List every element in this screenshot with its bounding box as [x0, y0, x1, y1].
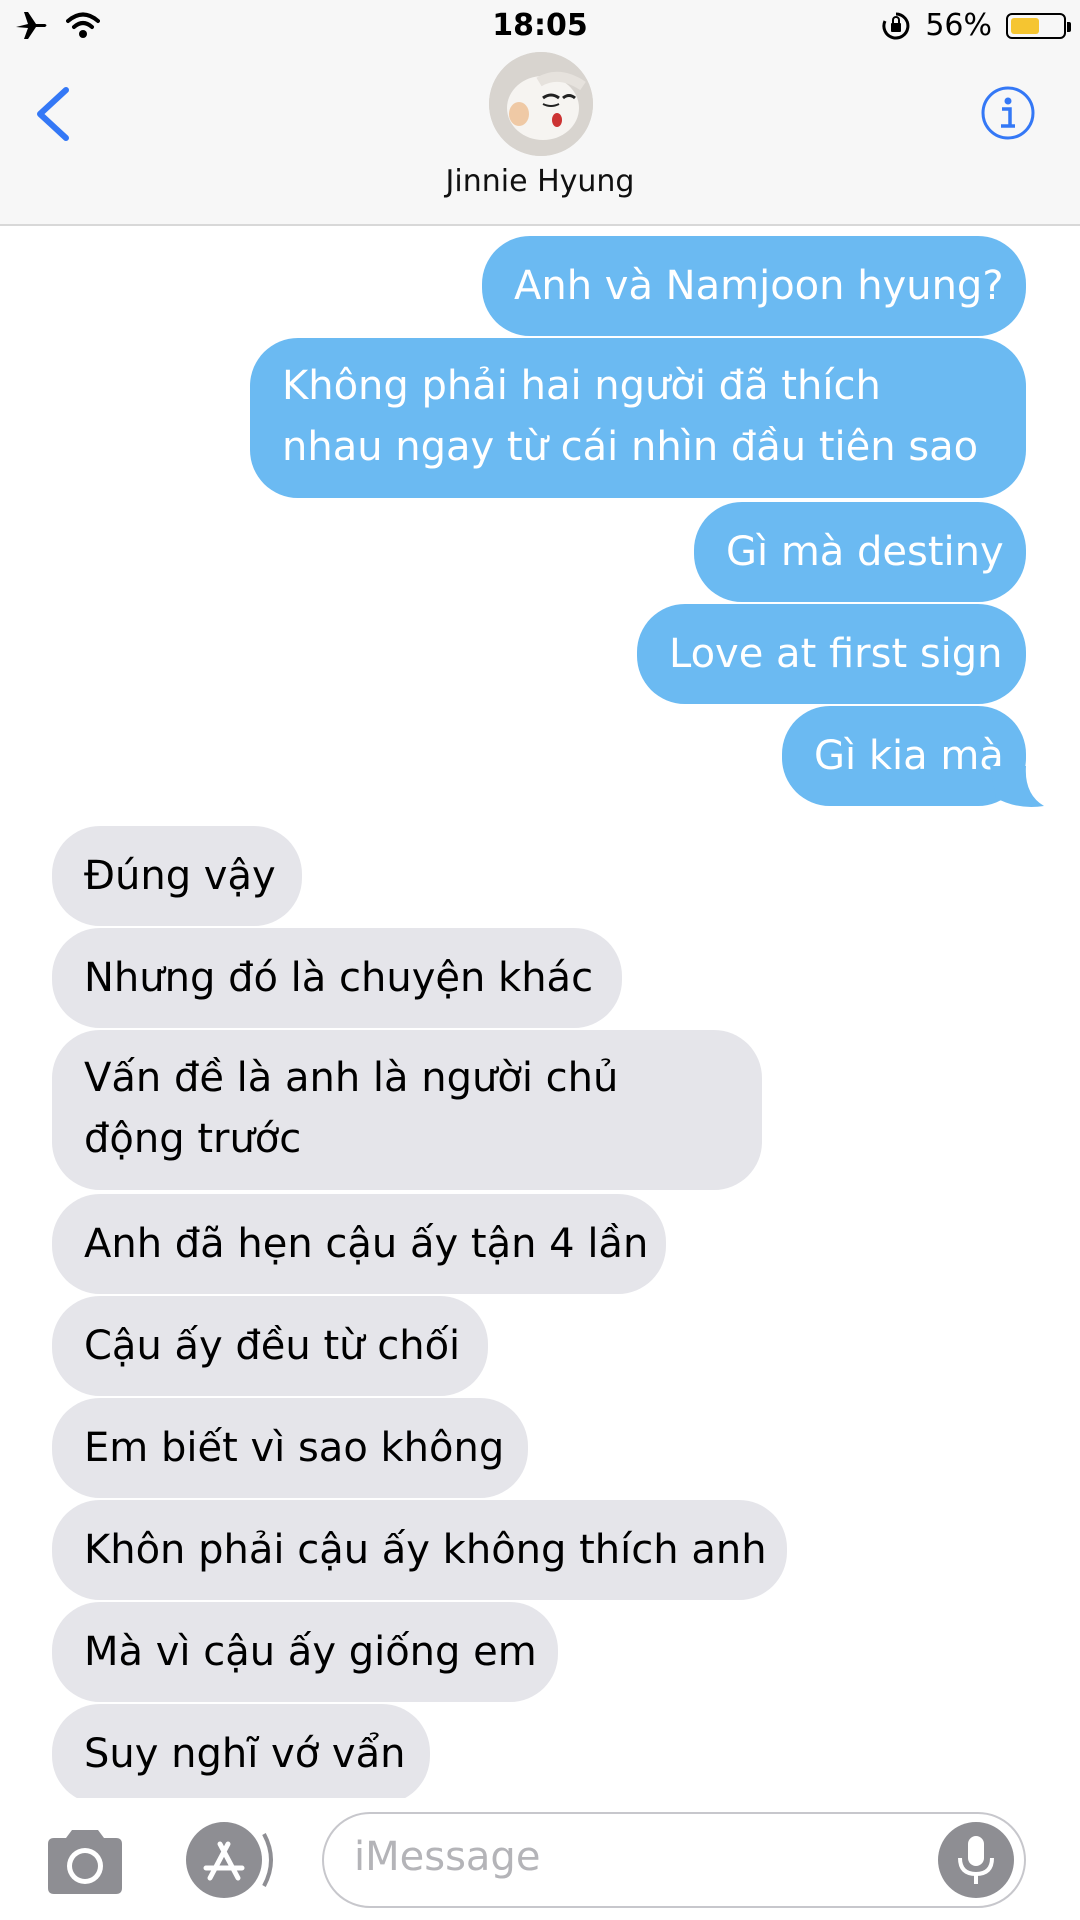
sent-message[interactable]: Gì mà destiny [694, 502, 1026, 602]
sent-message[interactable]: Không phải hai người đã thích nhau ngay … [250, 338, 1026, 498]
bubble-tail [990, 766, 1044, 807]
received-message[interactable]: Vấn đề là anh là người chủ động trước [52, 1030, 762, 1190]
sent-message[interactable]: Anh và Namjoon hyung? [482, 236, 1026, 336]
received-message[interactable]: Em biết vì sao không [52, 1398, 528, 1498]
imessage-input[interactable]: iMessage [322, 1812, 1026, 1908]
received-message[interactable]: Đúng vậy [52, 826, 302, 926]
battery-icon [1006, 12, 1071, 39]
chevron-left-icon [37, 87, 69, 141]
received-message[interactable]: Anh đã hẹn cậu ấy tận 4 lần [52, 1194, 666, 1294]
status-bar: 18:05 56% [0, 0, 1080, 54]
rotation-lock-icon [882, 12, 910, 39]
app-store-icon [186, 1822, 273, 1898]
battery-level [1011, 17, 1039, 34]
message-thread[interactable]: Anh và Namjoon hyung? Không phải hai ngư… [0, 226, 1080, 1798]
camera-icon [48, 1830, 122, 1894]
received-message[interactable]: Nhưng đó là chuyện khác [52, 928, 622, 1028]
contact-name[interactable]: Jinnie Hyung [0, 164, 1080, 199]
received-message[interactable]: Khôn phải cậu ấy không thích anh [52, 1500, 787, 1600]
received-message[interactable]: Suy nghĩ vớ vẩn [52, 1704, 430, 1798]
microphone-icon [958, 1836, 994, 1884]
camera-button[interactable] [42, 1826, 128, 1896]
back-button[interactable] [30, 84, 80, 144]
battery-percent: 56% [925, 8, 992, 43]
microphone-button[interactable] [938, 1822, 1014, 1898]
info-icon [981, 86, 1035, 140]
received-message[interactable]: Cậu ấy đều từ chối [52, 1296, 488, 1396]
app-store-button[interactable] [182, 1820, 278, 1900]
input-bar: iMessage [0, 1798, 1080, 1920]
contact-avatar[interactable] [489, 52, 593, 156]
info-button[interactable] [980, 85, 1036, 141]
input-placeholder: iMessage [354, 1834, 541, 1880]
avatar-image [489, 52, 593, 156]
received-message[interactable]: Mà vì cậu ấy giống em [52, 1602, 558, 1702]
sent-message[interactable]: Love at first sign [637, 604, 1026, 704]
